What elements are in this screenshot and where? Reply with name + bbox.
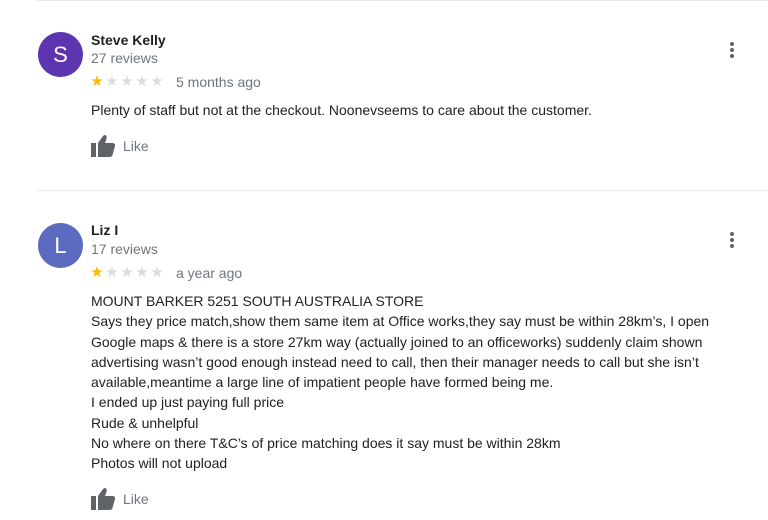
like-label: Like <box>123 491 149 507</box>
star-filled-icon: ★ <box>90 73 103 90</box>
review-text-line: I ended up just paying full price <box>91 394 285 411</box>
like-label: Like <box>123 138 149 154</box>
review-text-line: Says they price match,show them same ite… <box>91 313 710 330</box>
star-empty-icon: ★ <box>120 264 133 281</box>
star-empty-icon: ★ <box>135 264 148 281</box>
avatar[interactable]: S <box>38 32 83 77</box>
avatar[interactable]: L <box>38 223 83 268</box>
star-empty-icon: ★ <box>105 264 118 281</box>
review-text-line: No where on there T&C’s of price matchin… <box>91 435 561 452</box>
review-text-line: advertising wasn’t good enough instead n… <box>91 353 699 370</box>
like-button[interactable]: Like <box>90 134 149 158</box>
reviewer-name[interactable]: Liz I <box>91 222 118 238</box>
like-button[interactable]: Like <box>90 487 149 511</box>
thumbs-up-icon <box>91 488 116 510</box>
star-empty-icon: ★ <box>120 73 133 90</box>
reviewer-review-count: 27 reviews <box>91 50 158 66</box>
review-text-line: MOUNT BARKER 5251 SOUTH AUSTRALIA STORE <box>91 293 424 309</box>
thumbs-up-icon <box>91 135 116 157</box>
review-date: a year ago <box>176 265 243 281</box>
star-filled-icon: ★ <box>90 264 103 281</box>
star-empty-icon: ★ <box>105 73 118 90</box>
review-text-line: Photos will not upload <box>91 455 228 472</box>
review-text-line: Plenty of staff but not at the checkout.… <box>91 102 592 118</box>
star-empty-icon: ★ <box>150 73 163 90</box>
review-date: 5 months ago <box>176 74 261 90</box>
review-text-line: Rude & unhelpful <box>91 414 199 431</box>
review-text-line: available,meantime a large line of impat… <box>91 374 554 391</box>
star-empty-icon: ★ <box>150 264 163 281</box>
reviewer-review-count: 17 reviews <box>91 241 158 257</box>
review-text-line: Google maps & there is a store 27km way … <box>91 333 703 350</box>
more-options-icon[interactable] <box>724 230 740 250</box>
more-options-icon[interactable] <box>724 40 740 60</box>
star-empty-icon: ★ <box>135 73 148 90</box>
star-rating: ★ ★ ★ ★ ★ <box>89 74 164 90</box>
reviews-panel: S Steve Kelly 27 reviews ★ ★ ★ ★ ★ 5 months … <box>0 0 768 520</box>
star-rating: ★ ★ ★ ★ ★ <box>89 265 164 281</box>
reviewer-name[interactable]: Steve Kelly <box>91 32 166 48</box>
review-text: MOUNT BARKER 5251 SOUTH AUSTRALIA STORE S… <box>91 291 751 474</box>
review-divider <box>37 190 768 191</box>
top-divider <box>37 0 768 1</box>
review-text: Plenty of staff but not at the checkout.… <box>91 100 751 120</box>
